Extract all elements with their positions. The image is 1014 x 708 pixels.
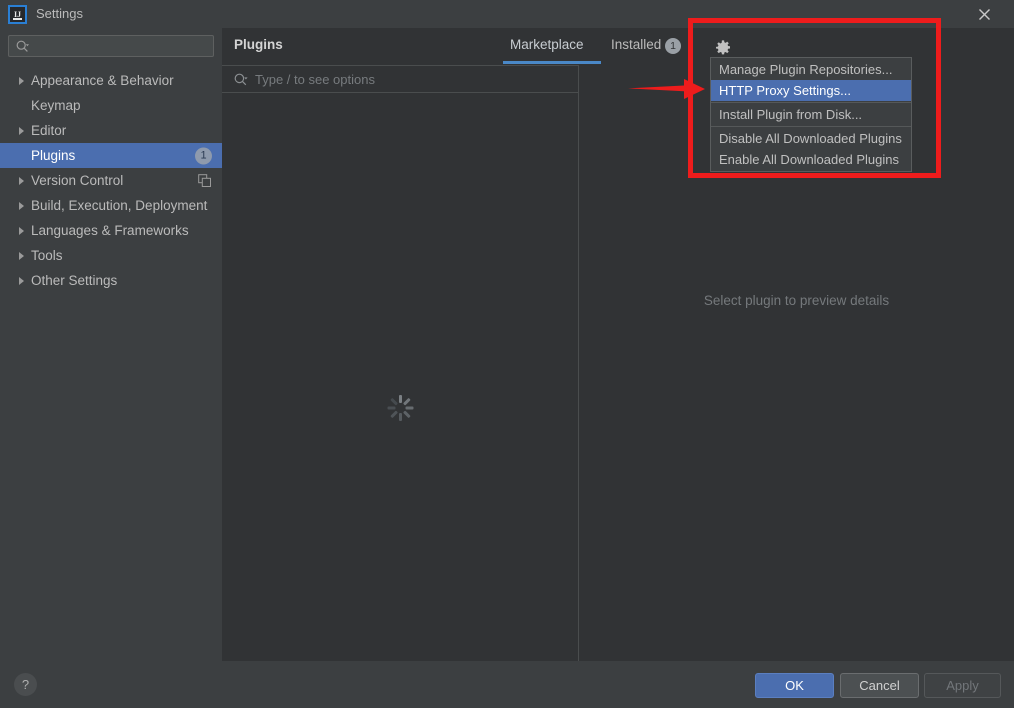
sidebar-item-appearance-behavior[interactable]: Appearance & Behavior [0,68,222,93]
chevron-right-icon[interactable] [14,274,28,288]
plugin-list [222,94,578,661]
menu-separator [711,126,911,127]
close-glyph [978,8,990,20]
plugin-search-input[interactable]: Type / to see options [255,72,375,87]
plugin-search-bar[interactable]: Type / to see options [222,65,578,93]
spinner-spoke [387,406,395,410]
settings-tree: Appearance & Behavior Keymap Editor Plug… [0,68,222,293]
menu-item-manage-plugin-repositories[interactable]: Manage Plugin Repositories... [711,59,911,80]
menu-item-enable-all-downloaded-plugins[interactable]: Enable All Downloaded Plugins [711,149,911,170]
sidebar-item-label: Editor [31,123,67,138]
chevron-right-icon[interactable] [14,199,28,213]
ok-button[interactable]: OK [755,673,834,698]
settings-dialog: IJ Settings Appearance & Behavior Keymap… [0,0,1014,708]
menu-separator [711,102,911,103]
sidebar-item-other-settings[interactable]: Other Settings [0,268,222,293]
plugins-update-badge: 1 [195,147,212,164]
help-button[interactable]: ? [14,673,37,696]
intellij-logo-icon: IJ [8,5,27,24]
chevron-right-icon[interactable] [14,174,28,188]
page-title: Plugins [234,37,283,52]
logo-underline [13,18,22,20]
sidebar-item-label: Other Settings [31,273,118,288]
settings-sidebar: Appearance & Behavior Keymap Editor Plug… [0,28,222,661]
chevron-right-icon[interactable] [14,249,28,263]
spinner-spoke [398,395,402,403]
preview-placeholder-text: Select plugin to preview details [703,293,890,308]
sidebar-item-label: Plugins [31,148,76,163]
sidebar-item-plugins[interactable]: Plugins 1 [0,143,222,168]
sidebar-item-languages-frameworks[interactable]: Languages & Frameworks [0,218,222,243]
chevron-right-icon[interactable] [14,74,28,88]
plugin-settings-menu: Manage Plugin Repositories... HTTP Proxy… [710,57,912,172]
title-bar: IJ Settings [0,0,1014,28]
sidebar-item-tools[interactable]: Tools [0,243,222,268]
sidebar-item-label: Build, Execution, Deployment [31,198,208,213]
search-icon [16,40,29,52]
spinner-spoke [398,413,402,421]
apply-button[interactable]: Apply [924,673,1001,698]
sidebar-item-label: Appearance & Behavior [31,73,174,88]
cancel-button[interactable]: Cancel [840,673,919,698]
copy-icon [198,173,211,187]
active-tab-underline [503,61,601,64]
menu-item-disable-all-downloaded-plugins[interactable]: Disable All Downloaded Plugins [711,128,911,149]
sidebar-item-version-control[interactable]: Version Control [0,168,222,193]
tab-installed[interactable]: Installed [611,37,661,52]
search-icon [234,73,248,86]
gear-glyph [715,40,731,55]
menu-item-http-proxy-settings[interactable]: HTTP Proxy Settings... [711,80,911,101]
spinner-spoke [402,397,411,406]
window-title: Settings [36,6,83,21]
sidebar-item-label: Keymap [31,98,81,113]
sidebar-item-label: Version Control [31,173,124,188]
installed-count-badge: 1 [665,38,681,54]
sidebar-item-label: Tools [31,248,63,263]
sidebar-item-build-execution-deployment[interactable]: Build, Execution, Deployment [0,193,222,218]
sidebar-item-editor[interactable]: Editor [0,118,222,143]
spinner-spoke [389,397,398,406]
spinner-spoke [389,410,398,419]
spinner-spoke [405,406,413,410]
settings-search-input[interactable] [8,35,214,57]
menu-item-install-plugin-from-disk[interactable]: Install Plugin from Disk... [711,104,911,125]
chevron-right-icon[interactable] [14,124,28,138]
sidebar-item-keymap[interactable]: Keymap [0,93,222,118]
spinner-spoke [402,410,411,419]
tab-marketplace[interactable]: Marketplace [510,37,584,52]
close-icon[interactable] [964,0,1004,28]
chevron-right-icon[interactable] [14,224,28,238]
sidebar-item-label: Languages & Frameworks [31,223,189,238]
gear-icon[interactable] [712,37,734,59]
loading-spinner-icon [386,394,414,422]
